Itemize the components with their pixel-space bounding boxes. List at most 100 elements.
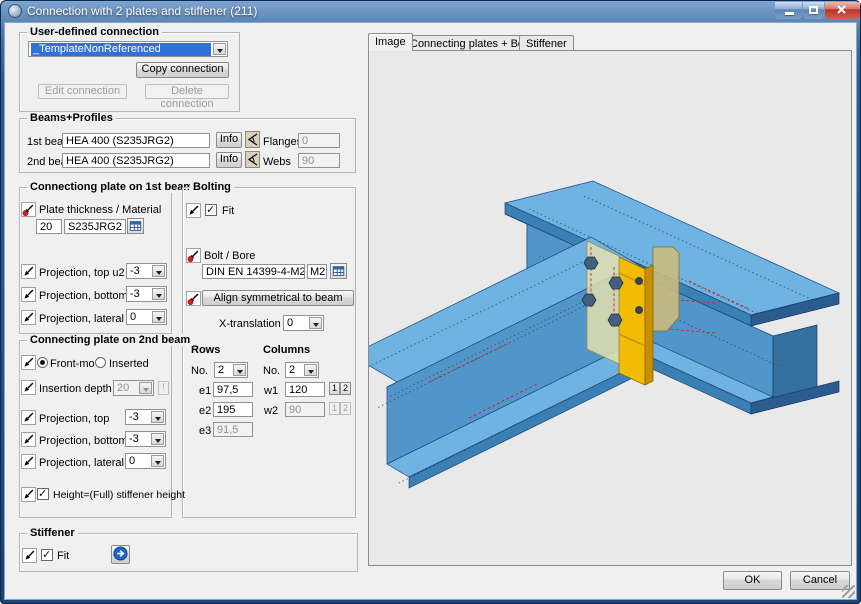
bolt-bore-label: Bolt / Bore (204, 250, 255, 262)
projection-lateral2-dropdown[interactable]: 0 (125, 453, 166, 469)
inserted-label: Inserted (109, 358, 149, 370)
dropdown-value: -3 (130, 265, 151, 278)
pick-plate-thickness-button[interactable] (21, 202, 36, 217)
bolt-table-icon[interactable] (330, 263, 347, 279)
plate-thickness-field[interactable]: 20 (36, 219, 62, 234)
template-dropdown[interactable]: _TemplateNonReferenced (28, 41, 228, 57)
inserted-radio[interactable] (95, 357, 106, 368)
x-translation-dropdown[interactable]: 0 (283, 315, 324, 331)
chevron-down-icon[interactable] (151, 455, 164, 467)
front-mounted-radio[interactable] (37, 357, 48, 368)
first-beam-info-button[interactable]: Info (216, 132, 242, 148)
dropdown-value: -3 (129, 411, 150, 424)
pick-height-button[interactable] (21, 487, 36, 502)
pick-stiffener-fit-button[interactable] (22, 548, 37, 563)
chevron-down-icon[interactable] (309, 317, 322, 329)
fit-checkbox[interactable] (205, 204, 217, 216)
pick-projection-lateral-button[interactable] (21, 310, 36, 325)
stiffener-next-button[interactable] (111, 545, 130, 564)
chevron-down-icon[interactable] (152, 288, 165, 300)
maximize-button[interactable] (803, 2, 824, 19)
projection-lateral2-label: Projection, lateral (39, 457, 124, 469)
column-2-button-disabled: 2 (340, 402, 351, 415)
flanges-label: Flanges (263, 136, 302, 148)
stiffener-fit-label: Fit (57, 550, 69, 562)
chevron-down-icon[interactable] (213, 43, 226, 55)
resize-grip[interactable] (842, 585, 855, 598)
maximize-icon (809, 6, 818, 14)
pick-align-button[interactable] (186, 291, 201, 306)
template-dropdown-value: _TemplateNonReferenced (31, 43, 211, 56)
app-icon (8, 4, 22, 18)
pick-bolt-bore-button[interactable] (186, 248, 201, 263)
w2-label: w2 (264, 405, 278, 417)
bore-field[interactable]: M2... (307, 264, 327, 279)
delete-connection-button[interactable]: Delete connection (145, 84, 229, 99)
e2-field[interactable]: 195 (213, 402, 253, 417)
web-angle-icon[interactable] (245, 151, 260, 168)
webs-value-field: 90 (298, 153, 340, 168)
pick-mounting-button[interactable] (21, 355, 36, 370)
minimize-icon (785, 12, 794, 15)
copy-connection-button[interactable]: Copy connection (136, 62, 229, 78)
rows-no-dropdown[interactable]: 2 (214, 362, 248, 378)
column-1-button-disabled: 1 (329, 402, 340, 415)
columns-no-dropdown[interactable]: 2 (285, 362, 319, 378)
e1-field[interactable]: 97,5 (213, 382, 253, 397)
group-title: Bolting (190, 181, 234, 193)
pick-projection-bottom-u1-button[interactable] (21, 287, 36, 302)
tab-stiffener[interactable]: Stiffener (519, 35, 574, 51)
chevron-down-icon[interactable] (233, 364, 246, 376)
second-beam-profile-field[interactable]: HEA 400 (S235JRG2) (62, 153, 210, 168)
preview-3d-panel[interactable] (368, 50, 852, 566)
fit-label: Fit (222, 205, 234, 217)
tab-image[interactable]: Image (368, 33, 413, 51)
e2-label: e2 (199, 405, 211, 417)
projection-top-u2-dropdown[interactable]: -3 (126, 263, 167, 279)
projection-bottom-dropdown[interactable]: -3 (125, 431, 166, 447)
pick-projection-top-button[interactable] (21, 410, 36, 425)
minimize-button[interactable] (775, 2, 802, 19)
cancel-button[interactable]: Cancel (790, 571, 850, 590)
w1-label: w1 (264, 385, 278, 397)
height-full-stiffener-checkbox[interactable] (37, 488, 49, 500)
height-full-stiffener-label: Height=(Full) stiffener height (53, 489, 185, 501)
stiffener-fit-checkbox[interactable] (41, 549, 53, 561)
close-button[interactable] (825, 2, 860, 19)
pick-fit-button[interactable] (186, 203, 201, 218)
titlebar[interactable]: Connection with 2 plates and stiffener (… (0, 0, 861, 22)
first-beam-profile-field[interactable]: HEA 400 (S235JRG2) (62, 133, 210, 148)
dropdown-value: 2 (218, 364, 232, 377)
pick-projection-top-u2-button[interactable] (21, 264, 36, 279)
projection-lateral-label: Projection, lateral (39, 313, 124, 325)
column-2-button[interactable]: 2 (340, 382, 351, 395)
group-title: User-defined connection (27, 26, 162, 38)
edit-connection-button[interactable]: Edit connection (38, 84, 127, 99)
projection-top-dropdown[interactable]: -3 (125, 409, 166, 425)
ok-button[interactable]: OK (723, 571, 782, 590)
material-table-icon[interactable] (127, 218, 144, 234)
chevron-down-icon[interactable] (152, 311, 165, 323)
projection-bottom-u1-dropdown[interactable]: -3 (126, 286, 167, 302)
flange-angle-icon[interactable] (245, 131, 260, 148)
dropdown-value: -3 (129, 433, 150, 446)
chevron-down-icon[interactable] (152, 265, 165, 277)
group-title: Stiffener (27, 527, 78, 539)
bolt-field[interactable]: DIN EN 14399-4-M20-10... (202, 264, 305, 279)
align-symmetrical-button[interactable]: Align symmetrical to beam (202, 290, 354, 306)
chevron-down-icon[interactable] (151, 411, 164, 423)
projection-lateral-dropdown[interactable]: 0 (126, 309, 167, 325)
preview-3d-scene (369, 51, 851, 565)
chevron-down-icon[interactable] (151, 433, 164, 445)
plate-material-field[interactable]: S235JRG2 (64, 219, 126, 234)
pick-projection-lateral2-button[interactable] (21, 454, 36, 469)
chevron-down-icon[interactable] (304, 364, 317, 376)
columns-no-label: No. (263, 365, 280, 377)
pick-insertion-depth-button[interactable] (21, 380, 36, 395)
w2-field: 90 (285, 402, 325, 417)
pick-projection-bottom-button[interactable] (21, 432, 36, 447)
column-1-button[interactable]: 1 (329, 382, 340, 395)
insertion-depth-label: Insertion depth (39, 383, 112, 395)
second-beam-info-button[interactable]: Info (216, 152, 242, 168)
w1-field[interactable]: 120 (285, 382, 325, 397)
